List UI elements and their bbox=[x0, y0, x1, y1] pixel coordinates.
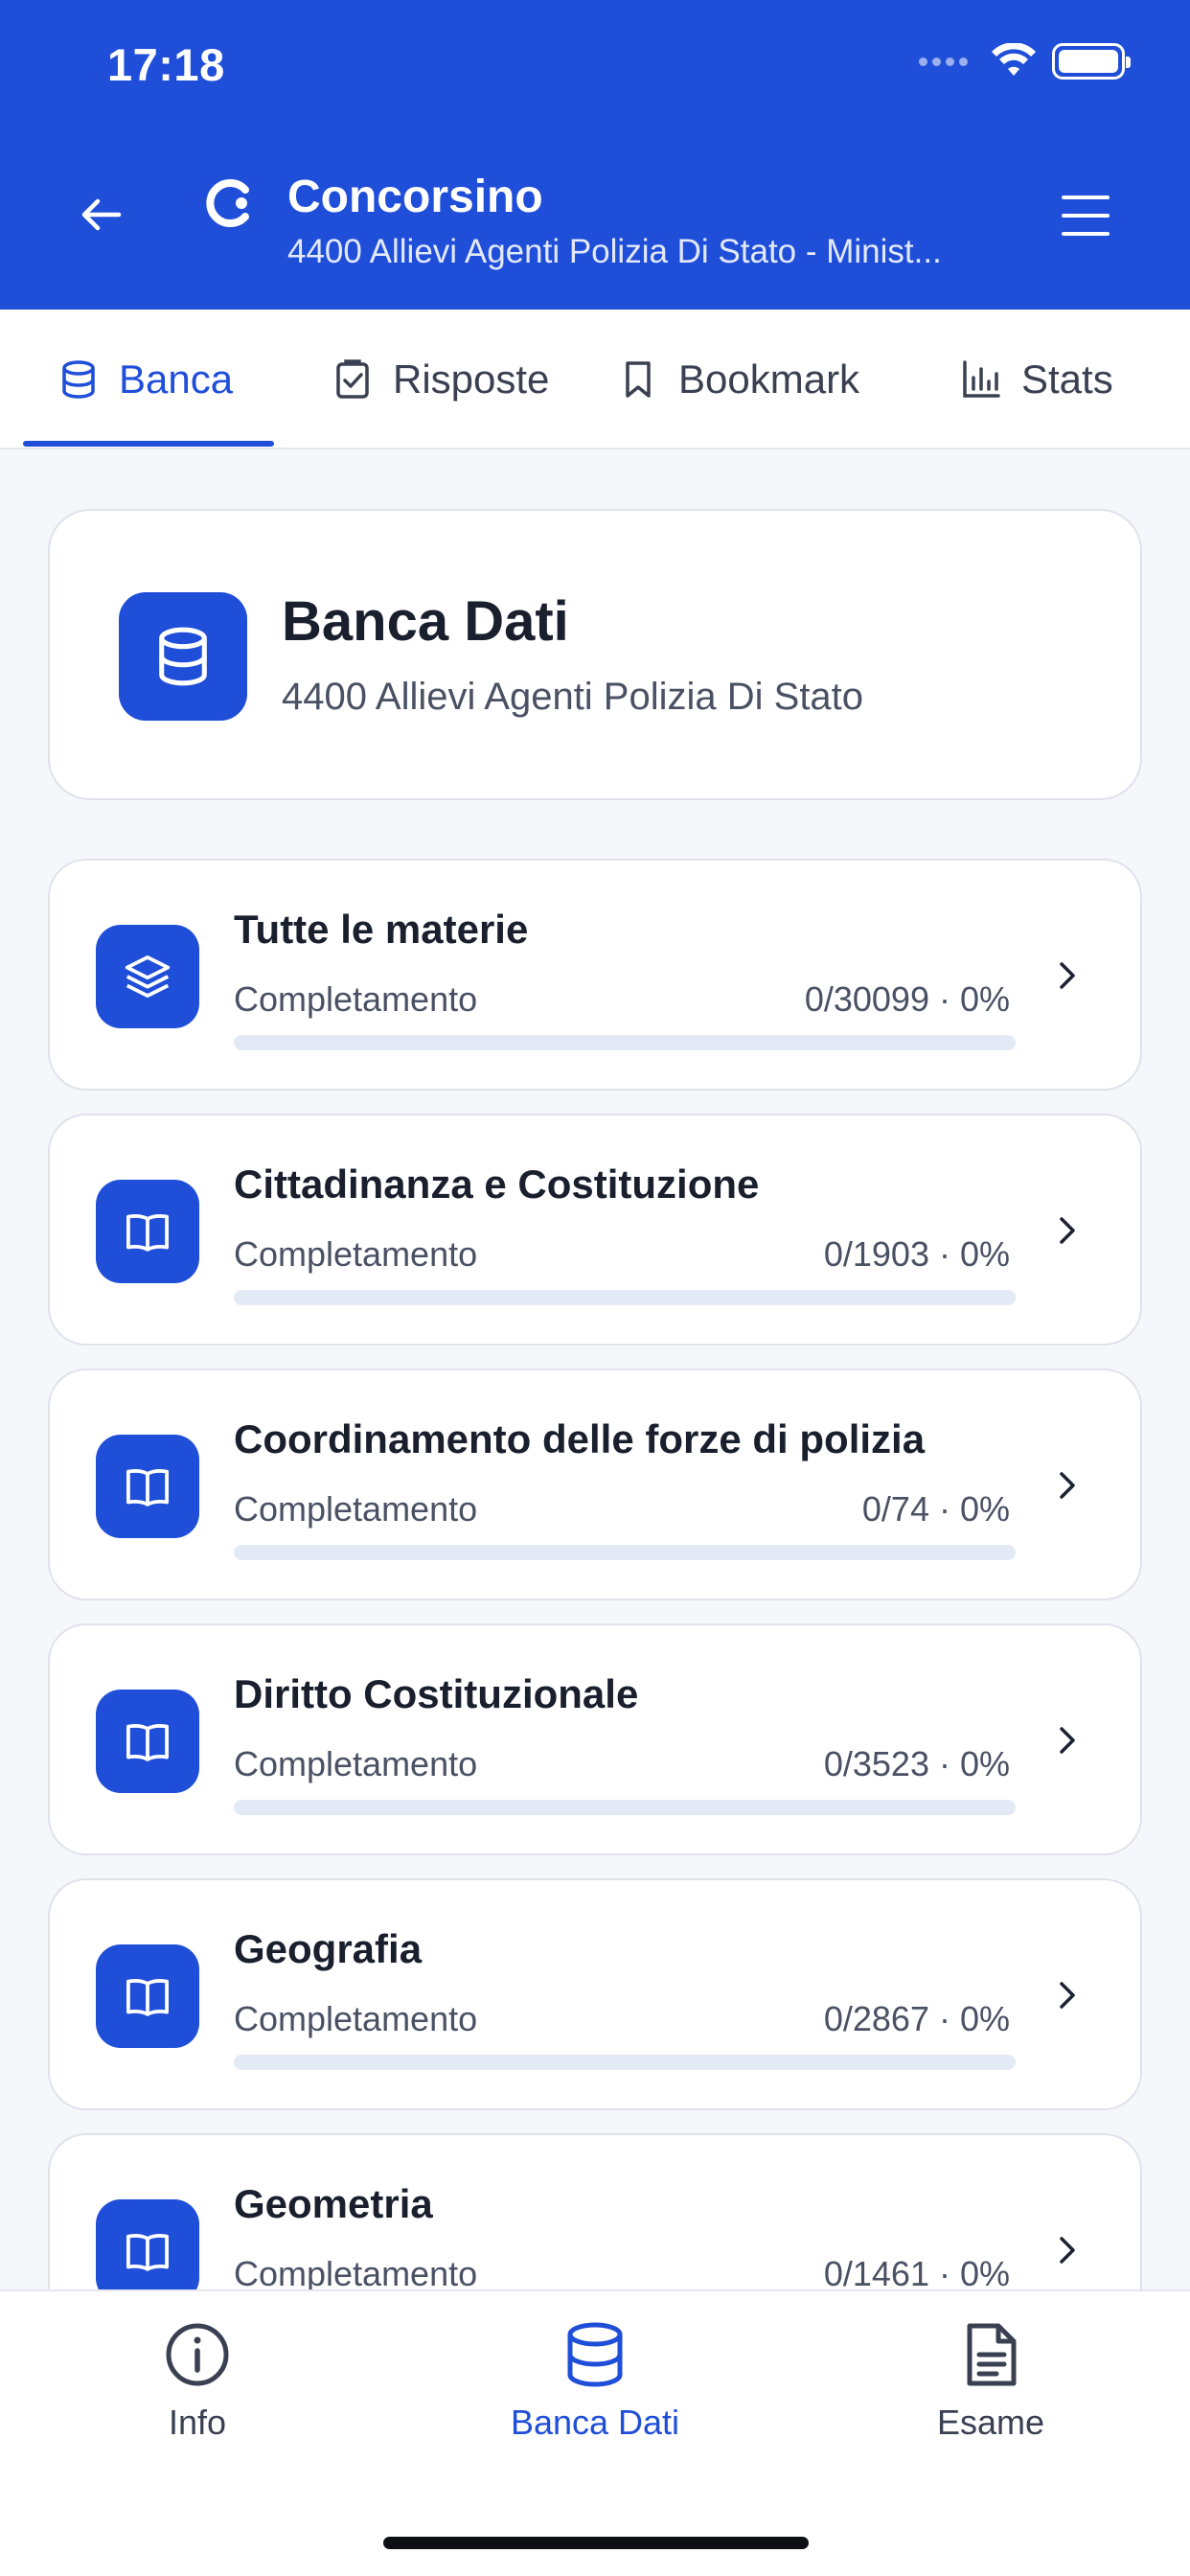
book-icon bbox=[96, 1180, 199, 1283]
app-title: Concorsino bbox=[287, 172, 543, 222]
back-button[interactable] bbox=[75, 188, 128, 242]
document-icon bbox=[967, 2323, 1017, 2386]
nav-banca-dati[interactable]: Banca Dati bbox=[480, 2320, 710, 2443]
tab-banca[interactable]: Banca bbox=[57, 310, 233, 449]
database-icon bbox=[62, 360, 95, 399]
subject-card[interactable]: Diritto Costituzionale Completamento 0/3… bbox=[48, 1623, 1142, 1855]
nav-label: Esame bbox=[936, 2403, 1045, 2442]
database-icon bbox=[119, 592, 247, 721]
tab-risposte[interactable]: Risposte bbox=[332, 310, 549, 449]
book-icon bbox=[96, 1435, 199, 1538]
completion-label: Completamento bbox=[234, 1744, 478, 1783]
hero-subtitle: 4400 Allievi Agenti Polizia Di Stato bbox=[282, 676, 864, 718]
bar-chart-icon bbox=[963, 360, 1000, 398]
info-icon bbox=[166, 2323, 229, 2386]
subject-card[interactable]: Geometria Completamento 0/1461 · 0% bbox=[48, 2133, 1142, 2289]
wifi-icon bbox=[992, 43, 1036, 76]
subject-title: Tutte le materie bbox=[234, 907, 529, 952]
nav-esame[interactable]: Esame bbox=[876, 2320, 1106, 2443]
subject-title: Geografia bbox=[234, 1926, 423, 1971]
chevron-right-icon bbox=[1060, 1982, 1075, 2009]
layers-icon bbox=[96, 925, 199, 1028]
arrow-left-icon bbox=[81, 198, 122, 231]
bookmark-icon bbox=[626, 361, 651, 398]
nav-info[interactable]: Info bbox=[82, 2320, 312, 2443]
chevron-right-icon bbox=[1060, 962, 1075, 989]
progress-bar bbox=[234, 1035, 1016, 1050]
tab-label: Bookmark bbox=[678, 356, 860, 402]
subject-card[interactable]: Geografia Completamento 0/2867 · 0% bbox=[48, 1878, 1142, 2110]
completion-label: Completamento bbox=[234, 2254, 478, 2289]
chevron-right-icon bbox=[1060, 1217, 1075, 1244]
signal-icon bbox=[919, 57, 968, 66]
menu-line bbox=[1062, 196, 1110, 199]
tab-label: Risposte bbox=[393, 356, 550, 402]
menu-line bbox=[1062, 232, 1110, 236]
app-header: 17:18 Concorsino 4400 Allievi Agenti Pol… bbox=[0, 0, 1190, 310]
main-content[interactable]: Banca Dati 4400 Allievi Agenti Polizia D… bbox=[0, 451, 1190, 2289]
bottom-navigation: Info Banca Dati Esame bbox=[0, 2289, 1190, 2576]
tab-bookmark[interactable]: Bookmark bbox=[617, 310, 859, 449]
active-tab-indicator bbox=[23, 441, 274, 447]
subject-title: Cittadinanza e Costituzione bbox=[234, 1162, 760, 1207]
completion-stat: 0/30099 · 0% bbox=[804, 979, 1010, 1019]
subject-card[interactable]: Coordinamento delle forze di polizia Com… bbox=[48, 1368, 1142, 1600]
completion-stat: 0/2867 · 0% bbox=[823, 1999, 1010, 2038]
chevron-right-icon bbox=[1060, 1472, 1075, 1499]
tab-label: Stats bbox=[1021, 356, 1113, 402]
app-subtitle: 4400 Allievi Agenti Polizia Di Stato - M… bbox=[287, 233, 942, 270]
completion-stat: 0/1461 · 0% bbox=[823, 2254, 1010, 2289]
completion-stat: 0/1903 · 0% bbox=[823, 1234, 1010, 1274]
progress-bar bbox=[234, 2055, 1016, 2070]
nav-label: Info bbox=[168, 2403, 227, 2442]
battery-icon bbox=[1052, 43, 1131, 80]
chevron-right-icon bbox=[1060, 2237, 1075, 2264]
app-logo-icon bbox=[206, 179, 249, 227]
book-icon bbox=[96, 1944, 199, 2048]
chevron-right-icon bbox=[1060, 1727, 1075, 1754]
subject-card[interactable]: Cittadinanza e Costituzione Completament… bbox=[48, 1114, 1142, 1346]
progress-bar bbox=[234, 1800, 1016, 1815]
banca-dati-header-card: Banca Dati 4400 Allievi Agenti Polizia D… bbox=[48, 509, 1142, 800]
completion-stat: 0/74 · 0% bbox=[861, 1489, 1010, 1529]
completion-label: Completamento bbox=[234, 1999, 478, 2038]
clipboard-check-icon bbox=[336, 359, 369, 399]
status-time: 17:18 bbox=[107, 39, 225, 90]
progress-bar bbox=[234, 1290, 1016, 1305]
menu-button[interactable] bbox=[1062, 196, 1110, 236]
menu-line bbox=[1062, 214, 1110, 218]
completion-label: Completamento bbox=[234, 1489, 478, 1529]
book-icon bbox=[96, 1690, 199, 1793]
tab-stats[interactable]: Stats bbox=[960, 310, 1113, 449]
subject-title: Coordinamento delle forze di polizia bbox=[234, 1416, 926, 1461]
completion-label: Completamento bbox=[234, 979, 478, 1019]
nav-label: Banca Dati bbox=[510, 2403, 680, 2442]
hero-title: Banca Dati bbox=[282, 590, 569, 653]
status-indicators bbox=[919, 43, 1131, 80]
completion-label: Completamento bbox=[234, 1234, 478, 1274]
book-icon bbox=[96, 2199, 199, 2289]
home-indicator bbox=[383, 2537, 809, 2549]
subject-card[interactable]: Tutte le materie Completamento 0/30099 ·… bbox=[48, 859, 1142, 1091]
subject-title: Geometria bbox=[234, 2181, 433, 2226]
subject-title: Diritto Costituzionale bbox=[234, 1671, 639, 1716]
completion-stat: 0/3523 · 0% bbox=[823, 1744, 1010, 1783]
tab-label: Banca bbox=[119, 356, 234, 402]
database-icon bbox=[567, 2322, 623, 2387]
progress-bar bbox=[234, 1545, 1016, 1560]
tab-bar: Banca Risposte Bookmark Stats bbox=[0, 310, 1190, 449]
